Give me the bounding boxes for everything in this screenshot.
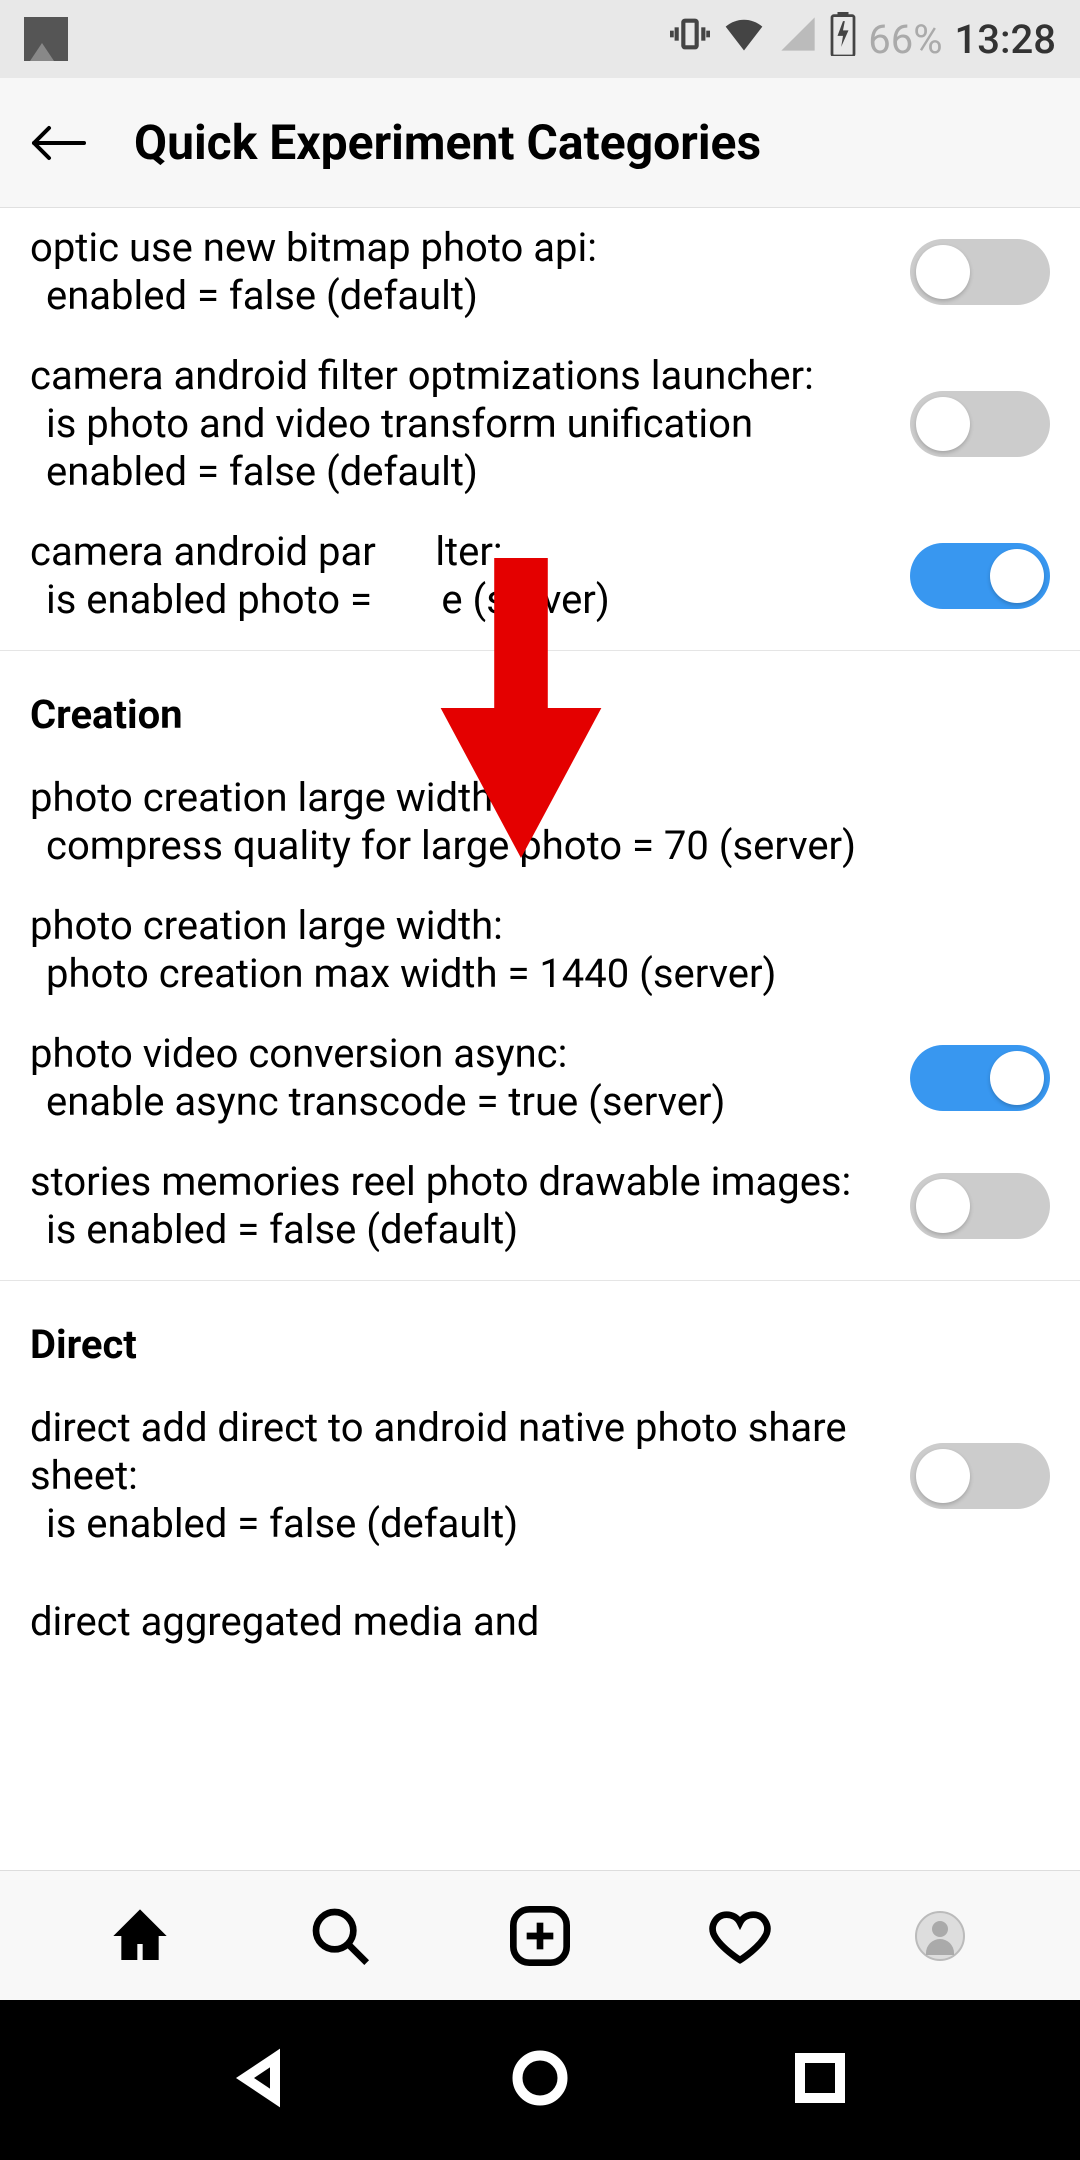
setting-row[interactable]: photo creation large width: photo creati… [0, 886, 1080, 1014]
app-header: Quick Experiment Categories [0, 78, 1080, 208]
setting-row[interactable]: direct add direct to android native phot… [0, 1388, 1080, 1564]
setting-row[interactable]: camera android par lter: is enabled phot… [0, 512, 1080, 640]
toggle-switch[interactable] [910, 239, 1050, 305]
back-button[interactable] [24, 108, 94, 178]
nav-back[interactable] [230, 2048, 290, 2112]
toggle-switch[interactable] [910, 391, 1050, 457]
setting-label: direct aggregated media and [30, 1598, 1050, 1646]
setting-row[interactable]: photo video conversion async: enable asy… [0, 1014, 1080, 1142]
wifi-icon [722, 12, 766, 66]
setting-label: stories memories reel photo drawable ima… [30, 1158, 910, 1254]
tab-home[interactable] [105, 1901, 175, 1971]
status-bar: 66% 13:28 [0, 0, 1080, 78]
setting-label: optic use new bitmap photo api: enabled … [30, 224, 910, 320]
setting-label: photo creation large width: photo creati… [30, 902, 1050, 998]
section-header-direct: Direct [0, 1280, 1080, 1388]
toggle-switch[interactable] [910, 543, 1050, 609]
settings-list[interactable]: optic use new bitmap photo api: enabled … [0, 208, 1080, 1870]
setting-label: camera android filter optmizations launc… [30, 352, 910, 496]
section-header-creation: Creation [0, 650, 1080, 758]
nav-recent[interactable] [790, 2048, 850, 2112]
setting-label: direct add direct to android native phot… [30, 1404, 910, 1548]
setting-label: photo creation large width: compress qua… [30, 774, 1050, 870]
setting-row[interactable]: direct aggregated media and [0, 1564, 1080, 1664]
toggle-switch[interactable] [910, 1443, 1050, 1509]
setting-row[interactable]: photo creation large width: compress qua… [0, 758, 1080, 886]
setting-row[interactable]: optic use new bitmap photo api: enabled … [0, 208, 1080, 336]
battery-percent: 66% [868, 16, 942, 63]
setting-row[interactable]: camera android filter optmizations launc… [0, 336, 1080, 512]
setting-row[interactable]: stories memories reel photo drawable ima… [0, 1142, 1080, 1270]
bottom-tab-bar [0, 1870, 1080, 2000]
tab-search[interactable] [305, 1901, 375, 1971]
clock: 13:28 [955, 16, 1056, 63]
page-title: Quick Experiment Categories [134, 114, 761, 171]
tab-activity[interactable] [705, 1901, 775, 1971]
toggle-switch[interactable] [910, 1173, 1050, 1239]
setting-label: photo video conversion async: enable asy… [30, 1030, 910, 1126]
avatar-icon [915, 1911, 965, 1961]
nav-home[interactable] [510, 2048, 570, 2112]
vibrate-icon [670, 14, 710, 64]
tab-add-post[interactable] [505, 1901, 575, 1971]
image-notification-icon [24, 17, 68, 61]
signal-icon [778, 14, 818, 64]
battery-charging-icon [830, 12, 856, 66]
setting-label: camera android par lter: is enabled phot… [30, 528, 910, 624]
toggle-switch[interactable] [910, 1045, 1050, 1111]
tab-profile[interactable] [905, 1901, 975, 1971]
system-nav-bar [0, 2000, 1080, 2160]
